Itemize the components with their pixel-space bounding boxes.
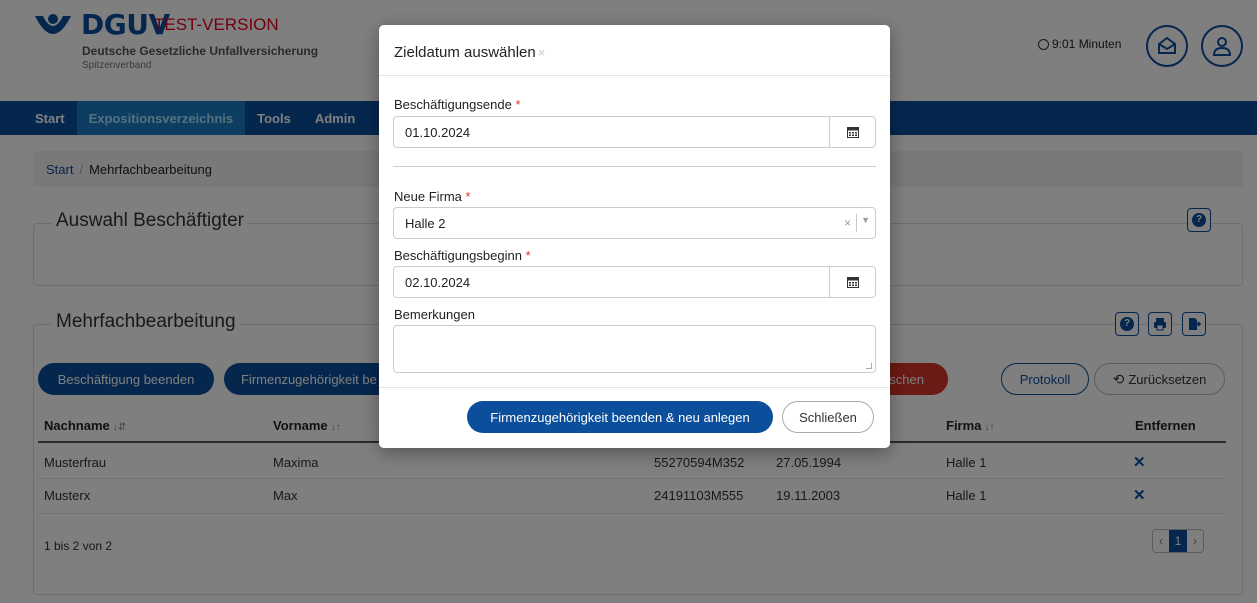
dialog-title-text: Zieldatum auswählen xyxy=(394,44,536,61)
start-date-input[interactable]: 02.10.2024 xyxy=(393,266,876,298)
required-mark: * xyxy=(525,248,531,263)
dialog-close-icon[interactable]: × xyxy=(538,45,546,60)
end-date-label: Beschäftigungsende * xyxy=(394,97,521,112)
target-date-dialog: Zieldatum auswählen × Beschäftigungsende … xyxy=(379,25,890,448)
end-and-create-company-button[interactable]: Firmenzugehörigkeit beenden & neu anlege… xyxy=(467,401,773,433)
notes-textarea[interactable] xyxy=(393,325,876,373)
new-company-label-text: Neue Firma xyxy=(394,189,462,204)
clear-selection-icon[interactable]: × xyxy=(844,216,851,230)
dialog-header-divider xyxy=(379,75,890,76)
dialog-section-divider xyxy=(393,166,876,167)
close-dialog-button[interactable]: Schließen xyxy=(782,401,874,433)
start-date-label: Beschäftigungsbeginn * xyxy=(394,248,531,263)
chevron-down-icon[interactable]: ▼ xyxy=(861,215,870,225)
end-date-input[interactable]: 01.10.2024 xyxy=(393,116,876,148)
resize-handle[interactable] xyxy=(866,363,872,369)
new-company-label: Neue Firma * xyxy=(394,189,471,204)
dialog-title: Zieldatum auswählen × xyxy=(394,44,545,61)
dialog-footer-divider xyxy=(379,387,890,388)
select-separator xyxy=(856,214,857,232)
calendar-icon xyxy=(846,127,859,138)
start-date-value: 02.10.2024 xyxy=(405,274,471,290)
start-date-label-text: Beschäftigungsbeginn xyxy=(394,248,522,263)
required-mark: * xyxy=(465,189,471,204)
notes-label: Bemerkungen xyxy=(394,307,475,322)
required-mark: * xyxy=(515,97,521,112)
new-company-select[interactable]: Halle 2 × ▼ xyxy=(393,207,876,239)
end-date-label-text: Beschäftigungsende xyxy=(394,97,512,112)
end-date-value: 01.10.2024 xyxy=(405,124,471,140)
calendar-icon xyxy=(846,277,859,288)
end-date-calendar-button[interactable] xyxy=(829,117,875,147)
start-date-calendar-button[interactable] xyxy=(829,267,875,297)
new-company-value: Halle 2 xyxy=(405,215,446,231)
